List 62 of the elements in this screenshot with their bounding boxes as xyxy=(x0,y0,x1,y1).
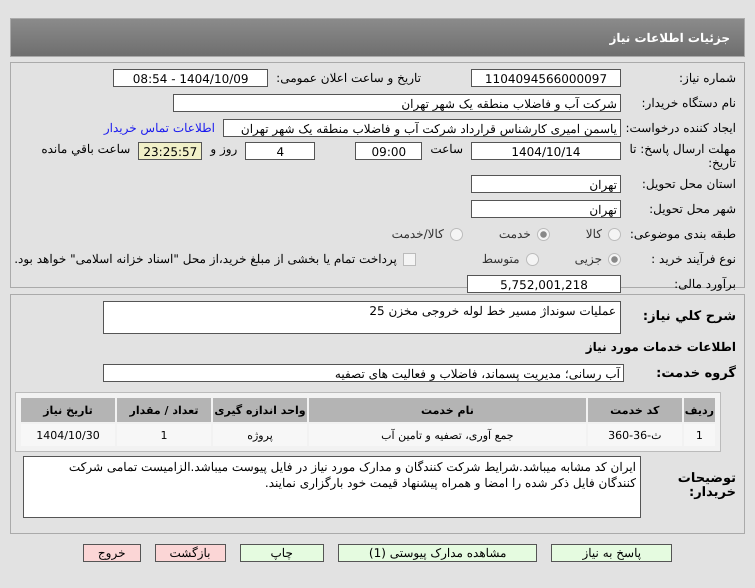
radio-label: جزیی xyxy=(574,252,602,266)
table-cell: جمع آوری، تصفیه و تامین آب xyxy=(309,424,586,446)
field-label: ساعت xyxy=(430,142,463,156)
radio-label: کالا xyxy=(586,227,602,241)
description-field: عملیات سونداژ مسیر خط لوله خروجی مخزن 25 xyxy=(103,301,621,334)
action-button[interactable]: مشاهده مدارک پیوستی (1) xyxy=(338,544,538,562)
field-label: مهلت ارسال پاسخ: تا تاریخ: xyxy=(628,142,736,170)
action-button[interactable]: چاپ xyxy=(240,544,324,562)
radio-button[interactable] xyxy=(526,252,539,266)
service-group-field: آب رسانی؛ مدیریت پسماند، فاضلاب و فعالیت های تصفیه xyxy=(103,364,624,382)
announce-date-field: 1404/10/09 - 08:54 xyxy=(113,69,268,87)
estimate-field: 5,752,001,218 xyxy=(467,275,621,293)
table-cell: 1 xyxy=(117,424,211,446)
action-button[interactable]: پاسخ به نیاز xyxy=(551,544,672,562)
column-header: ردیف xyxy=(684,398,715,422)
field-label: برآورد مالی: xyxy=(673,277,736,291)
field-label: شماره نیاز: xyxy=(678,71,736,85)
field-label: ایجاد کننده درخواست: xyxy=(624,121,736,135)
field-label: تاریخ و ساعت اعلان عمومی: xyxy=(276,71,421,85)
city-field: تهران xyxy=(471,200,621,218)
countdown-field: 23:25:57 xyxy=(138,142,202,160)
deadline-time-field: 09:00 xyxy=(355,142,422,160)
table-cell: 1404/10/30 xyxy=(21,424,115,446)
payment-note: پرداخت تمام یا بخشی از مبلغ خرید،از محل "اسناد خزانه اسلامی" خواهد بود. xyxy=(14,252,397,266)
field-label: استان محل تحویل: xyxy=(640,177,736,191)
radio-button[interactable] xyxy=(608,228,621,240)
checkbox[interactable] xyxy=(402,252,416,266)
column-header: تاریخ نیاز xyxy=(21,398,115,422)
field-label: شرح کلي نیاز: xyxy=(642,308,736,324)
buyer-field: شرکت آب و فاضلاب منطقه یک شهر تهران xyxy=(173,94,621,112)
table-cell: پروژه xyxy=(213,424,307,446)
section-heading: اطلاعات خدمات مورد نیاز xyxy=(584,340,736,354)
page-title: جزئیات اطلاعات نیاز xyxy=(609,30,730,44)
radio-button[interactable] xyxy=(450,228,463,240)
field-label: توضیحات خریدار: xyxy=(676,470,736,500)
radio-label: خدمت xyxy=(498,227,531,241)
field-label: روز و xyxy=(210,142,238,156)
field-label: نوع فرآیند خرید : xyxy=(650,252,736,266)
radio-label: کالا/خدمت xyxy=(392,227,444,241)
creator-field: یاسمن امیری کارشناس قرارداد شرکت آب و فاضلاب منطقه یک شهر تهران xyxy=(223,119,621,137)
column-header: نام خدمت xyxy=(309,398,586,422)
field-label: ساعت باقي مانده xyxy=(41,142,130,156)
days-field: 4 xyxy=(245,142,316,160)
field-label: شهر محل تحویل: xyxy=(648,202,736,216)
field-label: نام دستگاه خریدار: xyxy=(640,96,736,110)
column-header: تعداد / مقدار xyxy=(117,398,211,422)
column-header: کد خدمت xyxy=(588,398,682,422)
field-label: طبقه بندی موضوعی: xyxy=(628,227,736,241)
deadline-date-field: 1404/10/14 xyxy=(471,142,621,160)
field-label: گروه خدمت: xyxy=(655,366,736,380)
table-cell: ث-36-360 xyxy=(588,424,682,446)
column-header: واحد اندازه گیری xyxy=(213,398,307,422)
radio-button[interactable] xyxy=(608,252,621,266)
province-field: تهران xyxy=(471,175,621,193)
table-cell: 1 xyxy=(684,424,715,446)
action-button[interactable]: خروج xyxy=(82,544,140,562)
buyer-contact-link[interactable]: اطلاعات تماس خریدار xyxy=(104,121,215,135)
radio-label: متوسط xyxy=(482,252,520,266)
notes-field: ایران کد مشابه میباشد.شرایط شرکت کنندگان و مدارک مورد نیاز در فایل پیوست میباشد.الزامیست تمامی شرکت کنندگان فایل ذکر شده را امضا و همراه پیشنهاد قیمت خود بارگزاری نمایند. xyxy=(23,456,641,518)
radio-button[interactable] xyxy=(536,228,550,240)
need-number-field: 1104094566000097 xyxy=(471,69,621,87)
action-button[interactable]: بازگشت xyxy=(154,544,226,562)
